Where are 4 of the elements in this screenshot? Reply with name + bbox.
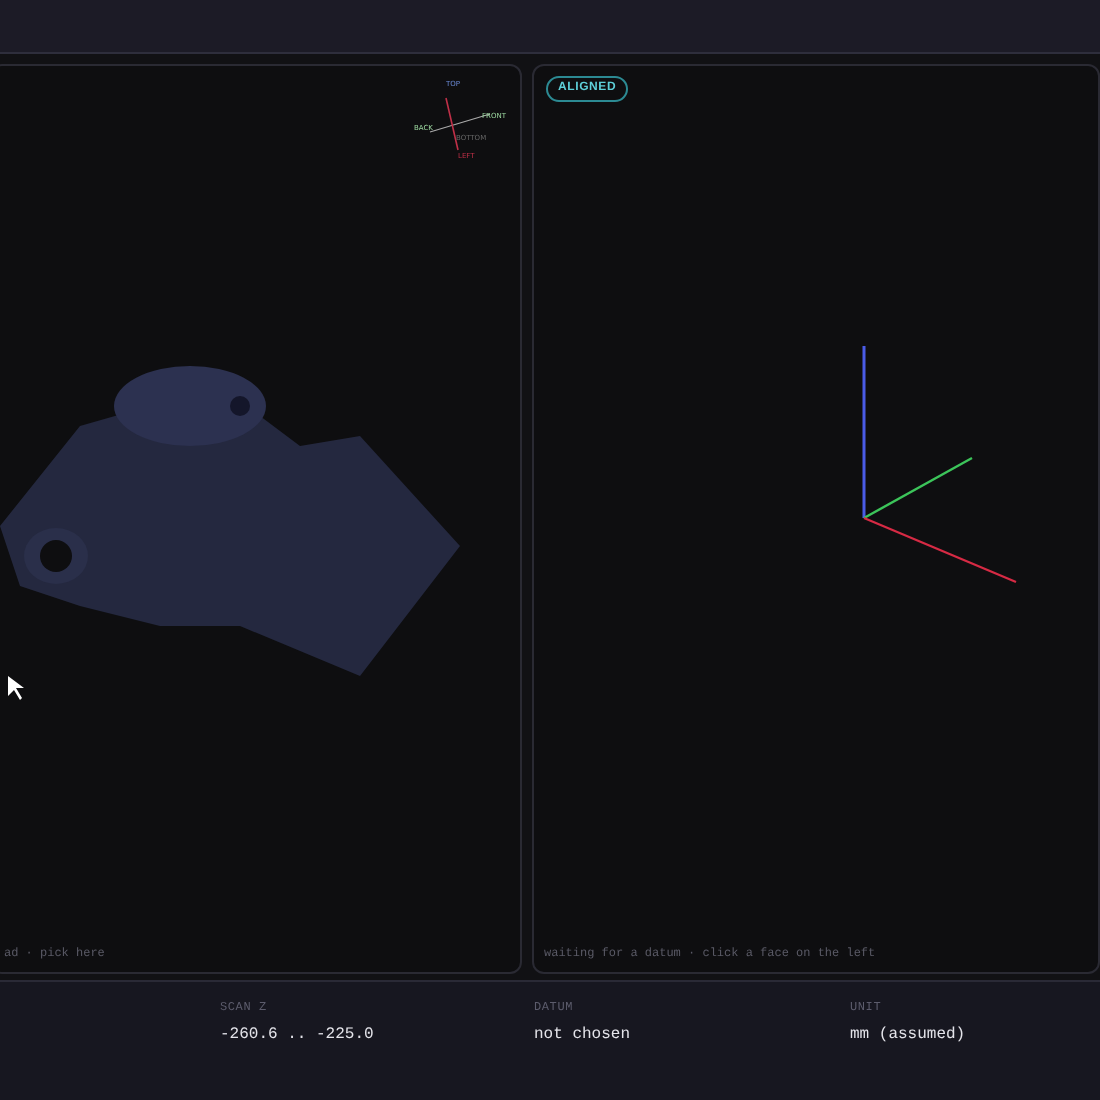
status-value: not chosen	[534, 1024, 633, 1048]
status-value: -260.6 .. -225.0	[220, 1024, 376, 1048]
status-value: mm (assumed)	[850, 1024, 968, 1048]
cursor-icon	[8, 676, 24, 700]
